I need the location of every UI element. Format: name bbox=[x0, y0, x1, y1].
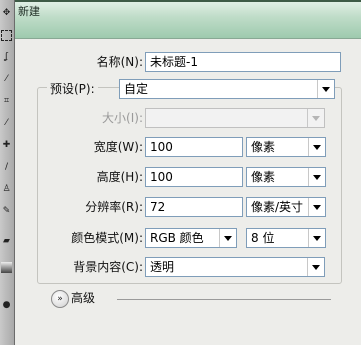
chevron-down-icon bbox=[313, 235, 321, 241]
width-unit-value: 像素 bbox=[251, 140, 276, 154]
marquee-icon[interactable] bbox=[1, 30, 12, 41]
chevron-down-icon bbox=[312, 264, 320, 270]
color-mode-dropdown-button[interactable] bbox=[219, 229, 236, 247]
width-unit-select[interactable]: 像素 bbox=[246, 137, 326, 157]
dialog-titlebar: 新建 bbox=[15, 0, 361, 39]
height-unit-value: 像素 bbox=[251, 170, 276, 184]
eraser-icon[interactable]: ▰ bbox=[1, 236, 12, 247]
bit-depth-select[interactable]: 8 位 bbox=[246, 228, 326, 248]
lasso-icon[interactable]: ʆ bbox=[1, 52, 12, 63]
bit-depth-dropdown-button[interactable] bbox=[308, 229, 325, 247]
magic-wand-icon[interactable]: ⁄ bbox=[1, 74, 12, 85]
height-input[interactable]: 100 bbox=[145, 167, 243, 187]
preset-label: 预设(P): bbox=[47, 79, 98, 99]
healing-brush-icon[interactable]: ✚ bbox=[1, 140, 12, 151]
color-mode-select[interactable]: RGB 颜色 bbox=[145, 228, 237, 248]
dialog-title: 新建 bbox=[18, 5, 40, 18]
height-label: 高度(H): bbox=[96, 170, 143, 184]
advanced-divider bbox=[117, 299, 331, 300]
resolution-input[interactable]: 72 bbox=[145, 197, 243, 217]
background-dropdown-button[interactable] bbox=[307, 258, 324, 276]
preset-value: 自定 bbox=[124, 82, 149, 96]
chevron-down-icon bbox=[313, 144, 321, 150]
chevron-down-icon bbox=[313, 204, 321, 210]
crop-icon[interactable]: ⌗ bbox=[1, 96, 12, 107]
history-brush-icon[interactable]: ✎ bbox=[1, 206, 12, 217]
advanced-toggle-button[interactable]: » bbox=[51, 290, 69, 308]
background-value: 透明 bbox=[150, 260, 175, 274]
name-label: 名称(N): bbox=[96, 55, 143, 69]
resolution-unit-select[interactable]: 像素/英寸 bbox=[246, 197, 326, 217]
blur-icon[interactable]: ● bbox=[1, 300, 12, 311]
size-dropdown-button bbox=[307, 109, 324, 127]
advanced-label: 高级 bbox=[71, 291, 96, 305]
eyedropper-icon[interactable]: ⁄ bbox=[1, 118, 12, 129]
double-chevron-down-icon: » bbox=[57, 294, 63, 304]
chevron-down-icon bbox=[322, 86, 330, 92]
color-mode-label: 颜色模式(M): bbox=[71, 231, 143, 245]
name-input[interactable]: 未标题-1 bbox=[145, 52, 341, 72]
new-document-dialog: 新建 名称(N): 未标题-1 预设(P): 自定 大小(I): 宽度(W): … bbox=[14, 0, 361, 345]
width-input[interactable]: 100 bbox=[145, 137, 243, 157]
tools-panel: ✥ ʆ ⁄ ⌗ ⁄ ✚ / ♙ ✎ ▰ ● bbox=[0, 0, 15, 345]
height-unit-dropdown-button[interactable] bbox=[308, 168, 325, 186]
brush-icon[interactable]: / bbox=[1, 162, 12, 173]
width-label: 宽度(W): bbox=[93, 140, 143, 154]
titlebar-edge bbox=[15, 0, 361, 2]
move-icon[interactable]: ✥ bbox=[1, 8, 12, 19]
chevron-down-icon bbox=[312, 115, 320, 121]
chevron-down-icon bbox=[224, 235, 232, 241]
color-mode-value: RGB 颜色 bbox=[150, 231, 204, 245]
background-select[interactable]: 透明 bbox=[145, 257, 325, 277]
size-select bbox=[145, 108, 325, 128]
preset-dropdown-button[interactable] bbox=[317, 80, 334, 98]
size-label: 大小(I): bbox=[102, 111, 143, 125]
gradient-icon[interactable] bbox=[1, 262, 12, 273]
height-unit-select[interactable]: 像素 bbox=[246, 167, 326, 187]
width-unit-dropdown-button[interactable] bbox=[308, 138, 325, 156]
background-label: 背景内容(C): bbox=[73, 260, 143, 274]
preset-select[interactable]: 自定 bbox=[119, 79, 335, 99]
chevron-down-icon bbox=[313, 174, 321, 180]
clone-stamp-icon[interactable]: ♙ bbox=[1, 184, 12, 195]
resolution-unit-dropdown-button[interactable] bbox=[308, 198, 325, 216]
resolution-unit-value: 像素/英寸 bbox=[251, 200, 304, 214]
bit-depth-value: 8 位 bbox=[251, 231, 275, 245]
resolution-label: 分辨率(R): bbox=[85, 200, 143, 214]
